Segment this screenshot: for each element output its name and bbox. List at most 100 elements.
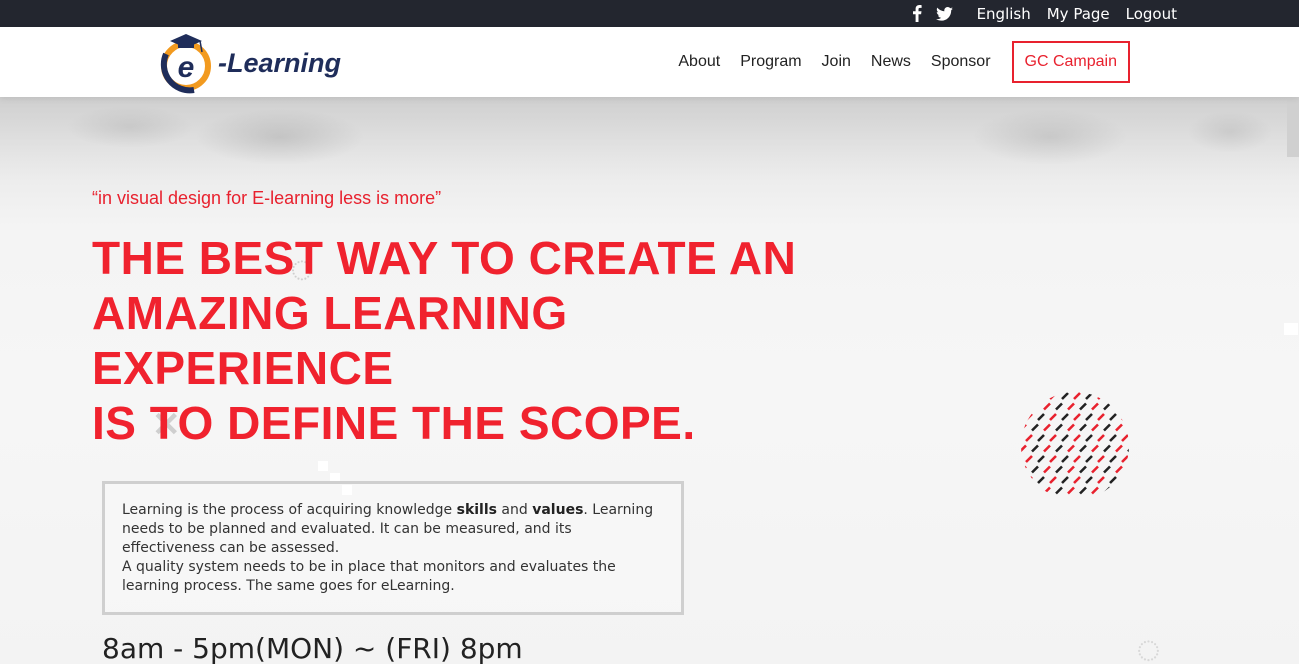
- pattern-dash: [1055, 423, 1063, 432]
- pattern-dash: [1079, 465, 1087, 474]
- hero-section: ◌ ✕ ◌ “in visual design for E-learning l…: [0, 97, 1299, 664]
- pattern-dash: [1073, 434, 1081, 442]
- pattern-dash: [1021, 444, 1027, 453]
- pattern-dash: [1121, 434, 1129, 442]
- pattern-dash: [1103, 402, 1111, 411]
- pattern-dash: [1115, 423, 1123, 432]
- pattern-dash: [1109, 434, 1117, 442]
- top-bar-items: English My Page Logout: [912, 0, 1177, 27]
- pattern-dash: [1021, 465, 1027, 474]
- language-link[interactable]: English: [977, 5, 1031, 23]
- pattern-dash: [1073, 455, 1081, 463]
- pattern-dash: [1103, 465, 1111, 474]
- pattern-dash: [1097, 434, 1105, 442]
- pattern-dash: [1121, 455, 1129, 463]
- pattern-dash: [1037, 476, 1045, 484]
- nav-item-sponsor[interactable]: Sponsor: [931, 53, 991, 71]
- pattern-dash: [1067, 486, 1075, 495]
- site-header: e -Learning About Program Join News Spon…: [0, 27, 1299, 97]
- pattern-dash: [1073, 413, 1081, 421]
- pattern-dash: [1079, 423, 1087, 432]
- top-bar: English My Page Logout: [0, 0, 1299, 27]
- pattern-dash: [1097, 455, 1105, 463]
- pattern-dash: [1079, 402, 1087, 411]
- pattern-dash: [1127, 444, 1129, 453]
- headline-line: AMAZING LEARNING: [92, 287, 568, 339]
- logo-emblem: e: [160, 34, 211, 94]
- twitter-icon[interactable]: [935, 6, 953, 21]
- pattern-dash: [1061, 476, 1069, 484]
- pattern-dash: [1031, 402, 1039, 411]
- pattern-dash: [1037, 455, 1045, 463]
- pattern-dash: [1043, 402, 1051, 411]
- pattern-dash: [1079, 444, 1087, 453]
- pattern-dash: [1085, 434, 1093, 442]
- decorative-shape: ◌: [1136, 625, 1161, 664]
- pattern-dash: [1085, 476, 1093, 484]
- pattern-dash: [1115, 465, 1123, 474]
- campaign-button[interactable]: GC Campain: [1011, 41, 1130, 83]
- nav-item-news[interactable]: News: [871, 53, 911, 71]
- logout-link[interactable]: Logout: [1126, 5, 1177, 23]
- pattern-dash: [1067, 465, 1075, 474]
- site-logo[interactable]: e -Learning: [156, 32, 356, 94]
- pattern-dash: [1031, 423, 1039, 432]
- pattern-dash: [1049, 413, 1057, 421]
- pattern-dash: [1091, 486, 1099, 495]
- pattern-dash: [1091, 423, 1099, 432]
- pattern-dash: [1021, 423, 1027, 432]
- pattern-dash: [1109, 413, 1117, 421]
- pattern-dash: [1073, 392, 1081, 400]
- pattern-dash: [1067, 402, 1075, 411]
- logo-letter: e: [178, 51, 195, 84]
- pattern-dash: [1085, 392, 1093, 400]
- my-page-link[interactable]: My Page: [1047, 5, 1110, 23]
- pattern-dash: [1055, 402, 1063, 411]
- opening-hours: 8am - 5pm(MON) ~ (FRI) 8pm: [102, 632, 523, 664]
- pattern-dash: [1049, 434, 1057, 442]
- logo-text: -Learning: [218, 47, 342, 78]
- pattern-dash: [1018, 393, 1020, 399]
- nav-item-program[interactable]: Program: [740, 53, 801, 71]
- headline-line: EXPERIENCE: [92, 342, 394, 394]
- headline-line: THE BEST WAY TO CREATE AN: [92, 232, 797, 284]
- pattern-dash: [1103, 486, 1111, 495]
- pattern-dash: [1025, 434, 1033, 442]
- pattern-dash: [1097, 413, 1105, 421]
- info-paragraph-2: A quality system needs to be in place th…: [122, 559, 616, 594]
- pattern-dash: [1091, 444, 1099, 453]
- pattern-dash: [1121, 413, 1129, 421]
- nav-item-join[interactable]: Join: [822, 53, 851, 71]
- pattern-dash: [1127, 465, 1129, 474]
- pattern-dash: [1037, 413, 1045, 421]
- nav-item-about[interactable]: About: [678, 53, 720, 71]
- pattern-dash: [1021, 402, 1027, 411]
- pattern-dash: [1067, 444, 1075, 453]
- pattern-dash: [1109, 455, 1117, 463]
- pattern-dash: [1109, 392, 1117, 400]
- facebook-icon[interactable]: [912, 5, 922, 22]
- pattern-dash: [1018, 435, 1020, 441]
- hero-background-photo: [0, 97, 1299, 179]
- info-bold-text: skills: [456, 502, 497, 518]
- pattern-dash: [1127, 486, 1129, 495]
- pattern-dash: [1073, 476, 1081, 484]
- pattern-dash: [1061, 434, 1069, 442]
- pattern-dash: [1043, 486, 1051, 495]
- info-paragraph-1: Learning is the process of acquiring kno…: [122, 501, 664, 558]
- info-text: Learning is the process of acquiring kno…: [122, 502, 457, 518]
- pattern-dash: [1085, 413, 1093, 421]
- headline-line: IS TO DEFINE THE SCOPE.: [92, 397, 696, 449]
- pattern-dash: [1091, 465, 1099, 474]
- pattern-dash: [1043, 465, 1051, 474]
- pattern-dash: [1091, 402, 1099, 411]
- info-text: and: [496, 502, 533, 518]
- pattern-dash: [1025, 413, 1033, 421]
- pattern-dash: [1079, 486, 1087, 495]
- scrollbar-thumb[interactable]: [1287, 97, 1299, 157]
- pattern-dash: [1037, 392, 1045, 400]
- pattern-dash: [1103, 423, 1111, 432]
- pattern-dash: [1021, 486, 1027, 495]
- pattern-dash: [1031, 444, 1039, 453]
- pattern-dash: [1031, 486, 1039, 495]
